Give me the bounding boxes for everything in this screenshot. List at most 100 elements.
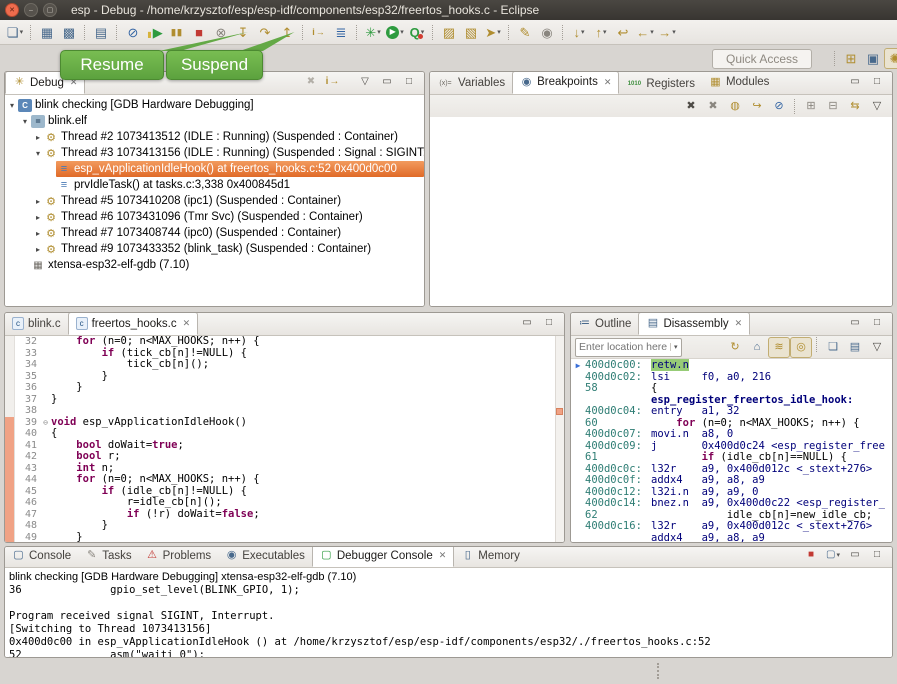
expand-all-button[interactable]: ⊞ [800,96,822,117]
maximize-button[interactable]: □ [866,71,888,92]
tab-outline[interactable]: ≔Outline [571,313,638,334]
code-editor[interactable]: 32 for (n=0; n<MAX_HOOKS; n++) {33 if (t… [5,336,564,542]
view-menu-button[interactable]: ▽ [354,71,376,92]
skip-all-breakpoints-button[interactable]: ⊘ [122,22,144,43]
debug-tree-thread-9[interactable]: ▸⚙Thread #9 1073433352 (blink_task) (Sus… [5,241,424,257]
code-line[interactable]: 48 } [5,520,564,532]
tab-modules[interactable]: ▦Modules [702,72,776,93]
window-minimize-button[interactable]: – [24,3,38,17]
debug-tree-thread-2[interactable]: ▸⚙Thread #2 1073413512 (IDLE : Running) … [5,129,424,145]
tab-variables[interactable]: (x)=Variables [430,73,512,94]
expand-arrow-icon[interactable]: ▸ [33,213,43,222]
open-perspective-button[interactable]: ⊞ [840,48,862,69]
close-icon[interactable]: ✕ [735,318,743,329]
dropdown-arrow-icon[interactable]: ▾ [672,28,676,36]
dropdown-arrow-icon[interactable]: ▾ [497,28,501,36]
debug-tree-elf[interactable]: ▾≣blink.elf [5,113,424,129]
disassembly-line[interactable]: 400d0c0f:addx4 a9, a8, a9 [571,475,892,487]
debug-tree[interactable]: ▾Cblink checking [GDB Hardware Debugging… [5,95,424,306]
last-edit-location-button[interactable]: ↩ [612,22,634,43]
copy-button[interactable]: ❏ [822,337,844,358]
tab-console[interactable]: ▢Console [5,546,78,566]
mark-occurrences-button[interactable]: ✎ [514,22,536,43]
dropdown-arrow-icon[interactable]: ▾ [377,28,381,36]
code-line[interactable]: 37} [5,394,564,406]
open-element-button[interactable]: ▧ [460,22,482,43]
disassembly-line[interactable]: 58{ [571,383,892,395]
step-over-button[interactable]: ↷ [254,22,276,43]
code-line[interactable]: 38 [5,405,564,417]
use-step-filters-button[interactable]: ≣ [330,22,352,43]
debug-tree-launch[interactable]: ▾Cblink checking [GDB Hardware Debugging… [5,97,424,113]
console-output[interactable]: blink checking [GDB Hardware Debugging] … [5,568,892,657]
disassembly-line[interactable]: 400d0c07:movi.n a8, 0 [571,429,892,441]
code-line[interactable]: 36 } [5,382,564,394]
close-icon[interactable]: ✕ [439,550,447,561]
print-button[interactable]: ▤ [90,22,112,43]
tab-breakpoints[interactable]: ◉Breakpoints✕ [512,71,619,94]
disassembly-line[interactable]: addx4 a9, a8, a9 [571,533,892,543]
quick-access-button[interactable]: Quick Access [712,49,812,69]
resume-button[interactable]: ▶ [144,22,166,43]
window-close-button[interactable]: ✕ [5,3,19,17]
disassembly-line[interactable]: 400d0c04:entry a1, 32 [571,406,892,418]
disassembly-line[interactable]: 400d0c16:l32r a9, 0x400d012c <_stext+276… [571,521,892,533]
save-button[interactable]: ▦ [36,22,58,43]
disassembly-line[interactable]: 400d0c02:lsi f0, a0, 216 [571,372,892,384]
home-button[interactable]: ⌂ [746,337,768,358]
minimize-button[interactable]: ▭ [376,71,398,92]
disassembly-line[interactable]: 400d0c14:bnez.n a9, 0x400d0c22 <esp_regi… [571,498,892,510]
forward-button[interactable]: →▾ [656,22,678,43]
tab-disassembly[interactable]: ▤Disassembly✕ [638,312,750,335]
previous-annotation-button[interactable]: ↑▾ [590,22,612,43]
debug-button[interactable]: ✳▾ [362,22,384,43]
new-cpp-project-button[interactable]: ▨ [438,22,460,43]
remove-all-breakpoints-button[interactable]: ✖ [702,96,724,117]
tab-registers[interactable]: 1010Registers [619,73,702,94]
annotation-button[interactable]: ◉ [536,22,558,43]
remove-all-terminated-button[interactable]: ✖ [300,71,322,92]
new-button[interactable]: ❏▾ [4,22,26,43]
minimize-button[interactable]: ▭ [844,546,866,565]
collapse-arrow-icon[interactable]: ▾ [20,117,30,126]
expand-arrow-icon[interactable]: ▸ [33,245,43,254]
show-source-toggle[interactable]: ≋ [768,337,790,358]
link-with-debug-button[interactable]: ⇆ [844,96,866,117]
dropdown-arrow-icon[interactable]: ▾ [650,28,654,36]
combo-dropdown-icon[interactable]: ▾ [670,343,681,351]
code-line[interactable]: 44 for (n=0; n<MAX_HOOKS; n++) { [5,474,564,486]
dropdown-arrow-icon[interactable]: ▾ [603,28,607,36]
maximize-button[interactable]: □ [866,546,888,565]
tab-blink-c[interactable]: cblink.c [5,313,68,334]
track-expression-toggle[interactable]: ◎ [790,337,812,358]
code-line[interactable]: 49 } [5,532,564,543]
disassembly-content[interactable]: ▶400d0c00:retw.n 400d0c02:lsi f0, a0, 21… [571,359,892,542]
run-button[interactable]: ▶▾ [384,22,406,43]
close-icon[interactable]: ✕ [183,318,191,329]
minimize-button[interactable]: ▭ [516,312,538,333]
close-icon[interactable]: ✕ [604,77,612,88]
debug-tree-thread-5[interactable]: ▸⚙Thread #5 1073410208 (ipc1) (Suspended… [5,193,424,209]
collapse-arrow-icon[interactable]: ▾ [33,149,43,158]
terminate-button[interactable]: ■ [800,546,822,565]
debug-tree-gdb-process[interactable]: ▦xtensa-esp32-elf-gdb (7.10) [5,257,424,273]
maximize-button[interactable]: □ [538,312,560,333]
location-combo[interactable]: ▾ [575,338,682,357]
disassembly-line[interactable]: ▶400d0c00:retw.n [571,360,892,372]
debug-tree-stack-frame-idlehook[interactable]: ≡esp_vApplicationIdleHook() at freertos_… [5,161,424,177]
view-menu-button[interactable]: ▽ [866,337,888,358]
back-button[interactable]: ←▾ [634,22,656,43]
suspend-button[interactable]: ▮▮ [166,22,188,43]
refresh-button[interactable]: ↻ [724,337,746,358]
debug-tree-thread-3[interactable]: ▾⚙Thread #3 1073413156 (IDLE : Running) … [5,145,424,161]
view-menu-button[interactable]: ▽ [866,96,888,117]
expand-arrow-icon[interactable]: ▸ [33,229,43,238]
save-all-button[interactable]: ▩ [58,22,80,43]
instruction-stepping-button[interactable]: i→ [308,22,330,43]
next-annotation-button[interactable]: ↓▾ [568,22,590,43]
tab-memory[interactable]: ▯Memory [454,546,527,566]
code-line[interactable]: 46 r=idle_cb[n](); [5,497,564,509]
go-to-file-button[interactable]: ↪ [746,96,768,117]
code-line[interactable]: 32 for (n=0; n<MAX_HOOKS; n++) { [5,336,564,348]
minimize-button[interactable]: ▭ [844,312,866,333]
